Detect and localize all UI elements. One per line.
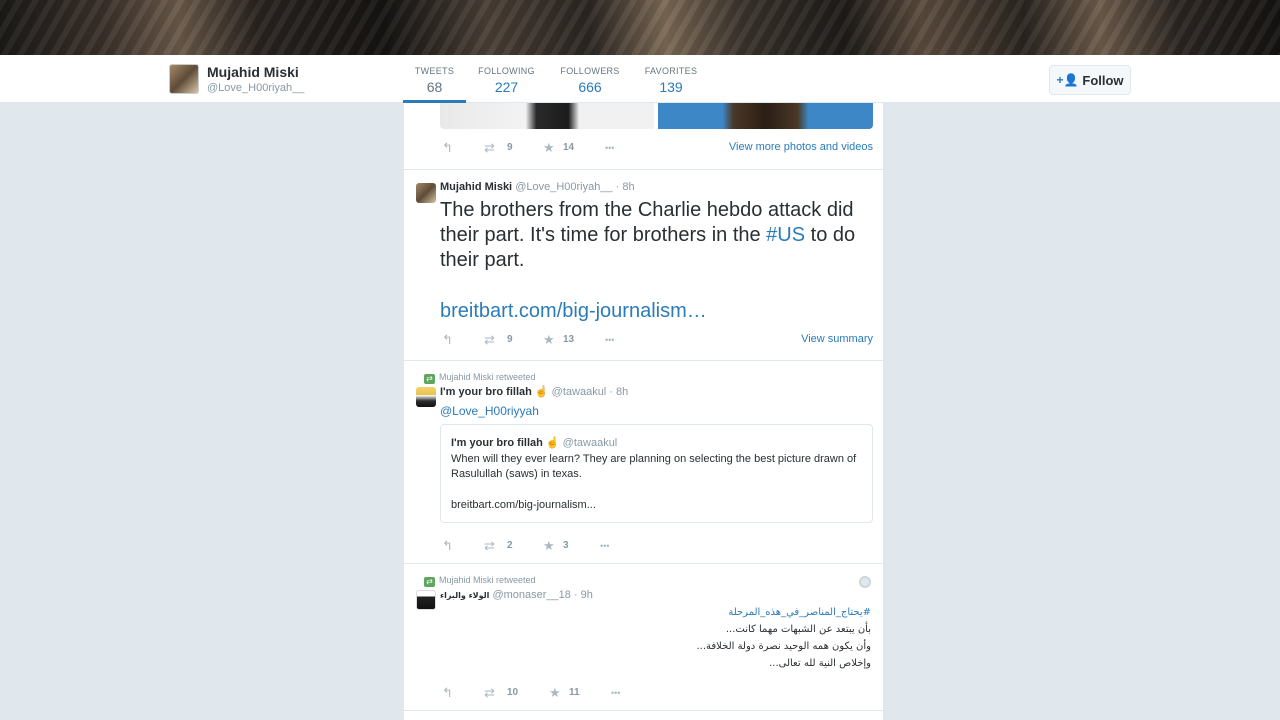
retweet-count: 2 [507,540,513,551]
favorite-icon[interactable]: ★ [543,332,555,348]
retweeted-by: ⇄ Mujahid Miski retweeted [424,575,536,587]
tweet-text: #يحتاج_المناصر_في_هذه_المرحلة بأن يبتعد … [441,604,871,672]
retweet-icon: ⇄ [424,374,435,384]
tweet-header: I'm your bro fillah ☝ @tawaakul · 8h [440,385,628,398]
stat-following-value: 227 [494,79,519,95]
view-summary-link[interactable]: View summary [801,333,873,345]
profile-banner [0,0,1280,55]
tweet-actions: ↰ ⇄ 10 ★ 11 ••• [440,685,873,701]
retweet-icon[interactable]: ⇄ [484,685,495,701]
follow-button[interactable]: +👤 Follow [1049,65,1131,95]
stat-following[interactable]: FOLLOWING 227 [473,55,540,103]
retweet-icon: ⇄ [424,577,435,587]
tweet-actions: ↰ ⇄ 2 ★ 3 ••• [440,538,873,554]
more-icon[interactable]: ••• [611,688,620,698]
tweet[interactable]: Mujahid Miski @Love_H00riyah__ · 8h The … [404,170,883,361]
stat-following-label: FOLLOWING [478,66,535,76]
stat-followers[interactable]: FOLLOWERS 666 [555,55,625,103]
favorite-count: 3 [563,540,569,551]
hashtag-link[interactable]: #US [766,224,805,246]
hashtag-link[interactable]: #يحتاج_المناصر_في_هذه_المرحلة [441,604,871,621]
quoted-tweet-text: When will they ever learn? They are plan… [451,453,857,480]
more-icon[interactable]: ••• [605,335,614,345]
reply-icon[interactable]: ↰ [442,140,453,156]
favorite-icon[interactable]: ★ [543,538,555,554]
add-user-icon: +👤 [1056,73,1079,87]
retweet-icon[interactable]: ⇄ [484,538,495,554]
author-handle-time[interactable]: @monaser__18 · 9h [492,589,592,601]
photo-thumbnail[interactable] [440,103,654,129]
favorite-icon[interactable]: ★ [543,140,555,156]
quoted-author-handle: @tawaakul [562,437,618,449]
retweet-icon[interactable]: ⇄ [484,332,495,348]
favorite-icon[interactable]: ★ [549,685,561,701]
retweeted-by-label[interactable]: Mujahid Miski retweeted [439,575,536,585]
tweet-text-line: وإخلاص النية لله تعالى... [769,658,871,669]
avatar[interactable] [416,590,436,610]
tweet-text: The brothers from the Charlie hebdo atta… [440,198,880,273]
favorite-count: 13 [563,334,575,345]
reply-icon[interactable]: ↰ [442,538,453,554]
quoted-tweet-header: I'm your bro fillah ☝ @tawaakul [451,436,617,449]
avatar[interactable] [416,387,436,407]
author-name[interactable]: Mujahid Miski [440,181,512,193]
retweet-icon[interactable]: ⇄ [484,140,495,156]
tweet-url-link[interactable]: breitbart.com/big-journalism… [440,300,707,323]
retweet-count: 9 [507,334,513,345]
favorite-count: 11 [569,687,580,698]
stat-followers-label: FOLLOWERS [560,66,620,76]
tweet[interactable]: ⇄ Mujahid Miski retweeted I'm your bro fi… [404,361,883,564]
stat-favorites-label: FAVORITES [644,66,698,76]
follow-button-label: Follow [1082,72,1124,88]
tweet-actions: ↰ ⇄ 9 ★ 14 ••• View more photos and vide… [440,140,873,156]
retweeted-by: ⇄ Mujahid Miski retweeted [424,372,536,384]
tweet-header: Mujahid Miski @Love_H00riyah__ · 8h [440,181,635,193]
retweet-count: 9 [507,142,513,153]
tweet-text-line: بأن يبتعد عن الشبهات مهما كانت... [725,624,871,635]
tweet[interactable]: ⇄ Mujahid Miski retweeted الولاء والبراء … [404,564,883,711]
profile-name[interactable]: Mujahid Miski [207,64,299,80]
mention-link[interactable]: @Love_H00riyyah [440,404,539,418]
more-icon[interactable]: ••• [605,143,614,153]
avatar[interactable] [416,183,436,203]
gear-icon[interactable] [859,576,871,588]
quoted-author-name: I'm your bro fillah ☝ [451,437,560,449]
media-photos[interactable] [440,103,873,129]
profile-handle: @Love_H00riyah__ [207,82,305,94]
author-name[interactable]: الولاء والبراء [440,591,489,600]
tweet-header: الولاء والبراء @monaser__18 · 9h [440,589,593,601]
reply-icon[interactable]: ↰ [442,332,453,348]
stat-favorites[interactable]: FAVORITES 139 [640,55,702,103]
tweet-actions: ↰ ⇄ 9 ★ 13 ••• View summary [440,332,873,348]
retweeted-by-label[interactable]: Mujahid Miski retweeted [439,372,536,382]
tweet-text-line: وأن يكون همه الوحيد نصرة دولة الخلافة... [696,641,871,652]
stat-tweets-value: 68 [426,79,443,95]
stat-tweets[interactable]: TWEETS 68 [403,55,466,103]
view-more-photos-link[interactable]: View more photos and videos [729,141,873,153]
more-icon[interactable]: ••• [600,541,609,551]
photo-thumbnail[interactable] [658,103,873,129]
stat-tweets-label: TWEETS [414,66,455,76]
profile-nav-bar: Mujahid Miski @Love_H00riyah__ TWEETS 68… [0,55,1280,103]
retweet-count: 10 [507,687,519,698]
timeline: ↰ ⇄ 9 ★ 14 ••• View more photos and vide… [403,103,884,720]
reply-icon[interactable]: ↰ [442,685,453,701]
stat-followers-value: 666 [578,79,602,95]
author-handle-time[interactable]: @tawaakul · 8h [552,386,629,398]
quoted-tweet-link: breitbart.com/big-journalism... [451,499,596,511]
stat-favorites-value: 139 [659,79,683,95]
favorite-count: 14 [563,142,575,153]
author-name[interactable]: I'm your bro fillah ☝ [440,386,549,398]
quoted-tweet[interactable]: I'm your bro fillah ☝ @tawaakul When wil… [440,424,873,523]
author-handle-time[interactable]: @Love_H00riyah__ · 8h [515,181,634,193]
avatar[interactable] [169,64,199,94]
tweet[interactable]: ↰ ⇄ 9 ★ 14 ••• View more photos and vide… [404,103,883,170]
